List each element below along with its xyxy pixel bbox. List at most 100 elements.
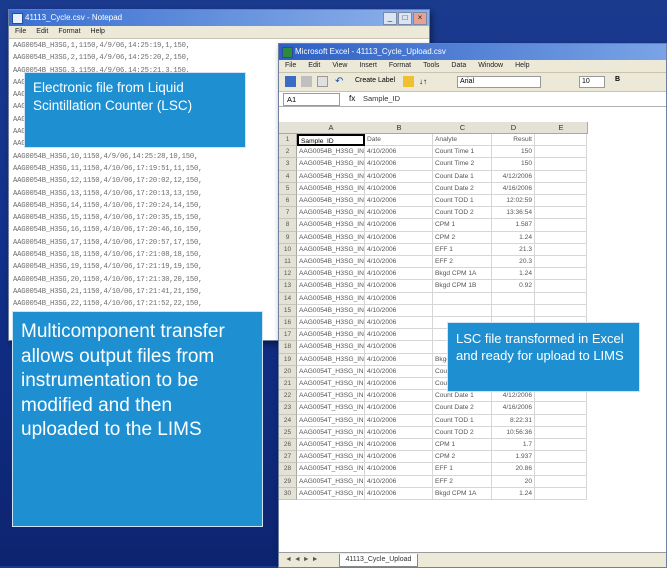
row-header[interactable]: 4	[279, 170, 297, 183]
table-cell[interactable]: AAG0054B_H3SG_INST	[297, 170, 365, 183]
table-cell[interactable]	[433, 292, 492, 305]
table-cell[interactable]: AAG0054T_H3SG_INST	[297, 451, 365, 464]
table-cell[interactable]: 8:22:31	[492, 414, 535, 427]
table-cell[interactable]: 4/10/2006	[365, 207, 433, 220]
copy-icon[interactable]	[317, 76, 328, 87]
column-header[interactable]: A	[297, 122, 366, 134]
table-cell[interactable]: Count Date 1	[433, 170, 492, 183]
table-cell[interactable]: 4/10/2006	[365, 439, 433, 452]
table-cell[interactable]: 21.3	[492, 243, 535, 256]
create-label-button[interactable]: Create Label	[355, 77, 395, 84]
table-cell[interactable]: 4/10/2006	[365, 170, 433, 183]
row-header[interactable]: 1	[279, 134, 297, 147]
table-cell[interactable]: 4/10/2006	[365, 329, 433, 342]
row-header[interactable]: 27	[279, 451, 297, 464]
row-header[interactable]: 3	[279, 158, 297, 171]
table-cell-empty[interactable]	[535, 195, 587, 208]
table-cell[interactable]: 4/10/2006	[365, 317, 433, 330]
row-header[interactable]: 8	[279, 219, 297, 232]
excel-menu-item[interactable]: File	[285, 60, 296, 72]
table-cell[interactable]: Count Date 1	[433, 390, 492, 403]
table-cell[interactable]: 150	[492, 158, 535, 171]
table-cell[interactable]: 4/12/2006	[492, 170, 535, 183]
print-icon[interactable]	[301, 76, 312, 87]
table-cell[interactable]: 4/16/2006	[492, 182, 535, 195]
table-cell[interactable]	[492, 304, 535, 317]
table-cell-empty[interactable]	[535, 207, 587, 220]
table-cell[interactable]: AAG0054T_H3SG_INST	[297, 402, 365, 415]
name-box[interactable]: A1	[283, 93, 340, 106]
table-cell[interactable]: 4/10/2006	[365, 341, 433, 354]
table-cell[interactable]: Count Time 1	[433, 146, 492, 159]
save-icon[interactable]	[285, 76, 296, 87]
table-cell[interactable]: 12:02:59	[492, 195, 535, 208]
table-cell[interactable]: AAG0054B_H3SG_INST	[297, 219, 365, 232]
row-header[interactable]: 5	[279, 182, 297, 195]
row-header[interactable]: 12	[279, 268, 297, 281]
table-cell[interactable]: 4/16/2006	[492, 402, 535, 415]
table-cell[interactable]: AAG0054T_H3SG_INST	[297, 365, 365, 378]
table-cell[interactable]: 1.24	[492, 231, 535, 244]
row-header[interactable]: 11	[279, 256, 297, 269]
table-cell-empty[interactable]	[535, 475, 587, 488]
row-header[interactable]: 30	[279, 487, 297, 500]
table-cell[interactable]: Bkgd CPM 1A	[433, 268, 492, 281]
table-cell[interactable]: 20	[492, 475, 535, 488]
table-cell[interactable]: 1.937	[492, 451, 535, 464]
table-cell[interactable]: 4/10/2006	[365, 182, 433, 195]
table-cell-empty[interactable]	[535, 451, 587, 464]
table-cell[interactable]: CPM 2	[433, 231, 492, 244]
table-cell[interactable]: AAG0054T_H3SG_INST	[297, 414, 365, 427]
row-header[interactable]: 18	[279, 341, 297, 354]
table-cell[interactable]: AAG0054T_H3SG_INST	[297, 487, 365, 500]
row-header[interactable]: 16	[279, 317, 297, 330]
table-cell[interactable]: AAG0054T_H3SG_INST	[297, 390, 365, 403]
table-cell-empty[interactable]	[535, 426, 587, 439]
chart-icon[interactable]	[403, 76, 414, 87]
table-cell[interactable]: Count TOD 1	[433, 414, 492, 427]
table-cell[interactable]: Bkgd CPM 1A	[433, 487, 492, 500]
table-cell[interactable]	[492, 292, 535, 305]
excel-menu-item[interactable]: Edit	[308, 60, 320, 72]
table-cell[interactable]: 4/10/2006	[365, 292, 433, 305]
table-cell[interactable]: 4/10/2006	[365, 231, 433, 244]
minimize-button[interactable]: _	[383, 12, 397, 25]
table-cell[interactable]: Count TOD 2	[433, 207, 492, 220]
table-cell[interactable]: 4/10/2006	[365, 463, 433, 476]
row-header[interactable]: 2	[279, 146, 297, 159]
table-cell-empty[interactable]	[535, 134, 587, 147]
table-cell[interactable]: 4/10/2006	[365, 146, 433, 159]
table-cell[interactable]: 4/10/2006	[365, 353, 433, 366]
table-cell-empty[interactable]	[535, 463, 587, 476]
table-cell[interactable]: AAG0054B_H3SG_INST	[297, 256, 365, 269]
table-cell[interactable]: AAG0054B_H3SG_INST	[297, 280, 365, 293]
row-header[interactable]: 9	[279, 231, 297, 244]
table-cell[interactable]: AAG0054B_H3SG_INST	[297, 268, 365, 281]
table-cell[interactable]: Result	[492, 134, 535, 147]
select-all-corner[interactable]	[279, 122, 298, 134]
table-cell[interactable]: AAG0054B_H3SG_INST	[297, 231, 365, 244]
table-cell[interactable]: 4/10/2006	[365, 268, 433, 281]
table-cell[interactable]: 4/10/2006	[365, 219, 433, 232]
table-cell[interactable]: AAG0054B_H3SG_INST	[297, 207, 365, 220]
row-header[interactable]: 15	[279, 304, 297, 317]
table-cell[interactable]: 4/10/2006	[365, 414, 433, 427]
table-cell-empty[interactable]	[535, 402, 587, 415]
table-cell[interactable]: 4/10/2006	[365, 402, 433, 415]
table-cell[interactable]: 4/10/2006	[365, 195, 433, 208]
column-header[interactable]: B	[365, 122, 434, 134]
table-cell[interactable]: Date	[365, 134, 433, 147]
row-header[interactable]: 13	[279, 280, 297, 293]
table-cell[interactable]: 1.24	[492, 487, 535, 500]
table-cell-empty[interactable]	[535, 219, 587, 232]
row-header[interactable]: 14	[279, 292, 297, 305]
row-header[interactable]: 17	[279, 329, 297, 342]
table-cell[interactable]: 1.587	[492, 219, 535, 232]
table-cell[interactable]: AAG0054B_H3SG_INST	[297, 341, 365, 354]
table-cell[interactable]: 4/10/2006	[365, 365, 433, 378]
row-header[interactable]: 7	[279, 207, 297, 220]
table-cell[interactable]: AAG0054B_H3SG_INST	[297, 195, 365, 208]
row-header[interactable]: 22	[279, 390, 297, 403]
table-cell[interactable]: AAG0054T_H3SG_INST	[297, 378, 365, 391]
sheet-tab[interactable]: 41113_Cycle_Upload	[338, 554, 419, 567]
